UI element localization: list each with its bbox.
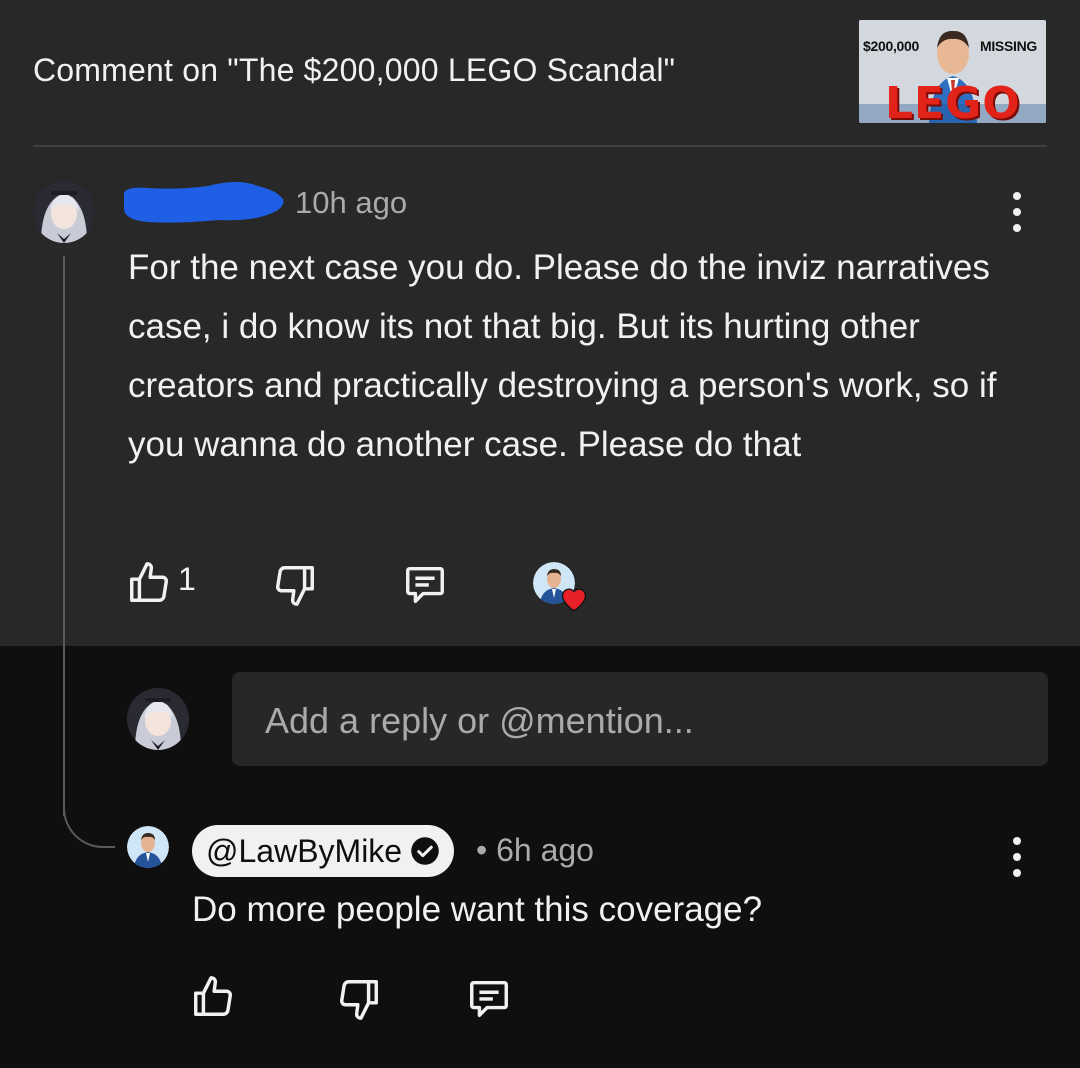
creator-handle-badge[interactable]: @LawByMike: [192, 825, 455, 877]
reply-like-icon[interactable]: [190, 974, 236, 1020]
reply-more-icon[interactable]: [1011, 837, 1023, 877]
commenter-avatar[interactable]: [33, 181, 95, 243]
reply-author-handle: @LawByMike: [206, 832, 403, 869]
redacted-username: [123, 182, 284, 223]
video-thumbnail[interactable]: $200,000 MISSING LEGO: [859, 20, 1046, 123]
page-title: Comment on "The $200,000 LEGO Scandal": [33, 52, 676, 88]
reply-author-avatar[interactable]: [127, 826, 169, 868]
anime-avatar-image: [33, 181, 95, 243]
thumbnail-right-text: MISSING: [979, 38, 1037, 54]
creator-avatar-image: [127, 826, 169, 868]
reply-text: Do more people want this coverage?: [192, 890, 763, 929]
thread-connector: [63, 806, 115, 848]
reply-reply-icon[interactable]: [466, 975, 512, 1021]
reply-timestamp: • 6h ago: [476, 832, 594, 868]
like-count: 1: [178, 561, 196, 597]
heart-icon: [561, 588, 587, 612]
current-user-avatar: [127, 688, 189, 750]
header-divider: [33, 145, 1047, 147]
thumbnail-lego-text: LEGO: [885, 78, 1021, 123]
dislike-icon[interactable]: [272, 562, 318, 608]
reply-icon[interactable]: [402, 561, 448, 607]
reply-dislike-icon[interactable]: [336, 976, 382, 1022]
like-icon[interactable]: [126, 560, 172, 606]
thread-line: [63, 256, 65, 816]
reply-input-placeholder: Add a reply or @mention...: [265, 700, 694, 741]
comment-timestamp: 10h ago: [295, 185, 408, 220]
anime-avatar-image: [127, 688, 189, 750]
verified-check-icon: [411, 837, 439, 865]
comment-more-icon[interactable]: [1011, 192, 1023, 232]
thumbnail-left-text: $200,000: [863, 38, 919, 54]
comment-text: For the next case you do. Please do the …: [128, 248, 997, 464]
reply-input[interactable]: Add a reply or @mention...: [232, 672, 1048, 766]
